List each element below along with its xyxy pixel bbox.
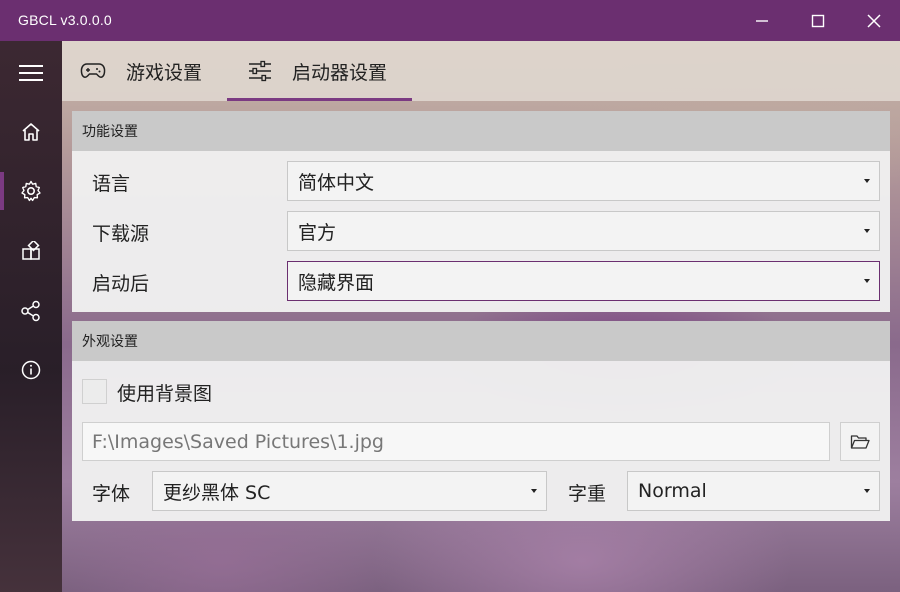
background-path-value: F:\Images\Saved Pictures\1.jpg (92, 430, 384, 453)
home-icon (22, 123, 40, 141)
appearance-settings-header: 外观设置 (72, 321, 890, 361)
language-select[interactable]: 简体中文 (287, 161, 880, 201)
tab-launcher-settings-label: 启动器设置 (292, 61, 388, 84)
extensions-icon (22, 241, 40, 260)
chevron-down-icon (864, 489, 870, 493)
use-background-checkbox[interactable] (82, 379, 107, 404)
sidebar-item-extensions[interactable] (0, 227, 62, 275)
maximize-icon (811, 14, 825, 27)
tab-selected-indicator (227, 98, 412, 101)
use-background-label[interactable]: 使用背景图 (117, 379, 212, 406)
chevron-down-icon (531, 489, 537, 493)
font-value: 更纱黑体 SC (163, 481, 271, 504)
chevron-down-icon (864, 229, 870, 233)
after-launch-select[interactable]: 隐藏界面 (287, 261, 880, 301)
share-icon (21, 300, 40, 322)
maximize-button[interactable] (790, 0, 846, 41)
minimize-icon (756, 19, 768, 22)
chevron-down-icon (864, 279, 870, 283)
tab-game-settings-label: 游戏设置 (126, 61, 203, 84)
font-weight-value: Normal (638, 480, 707, 502)
background-path-input[interactable]: F:\Images\Saved Pictures\1.jpg (82, 422, 830, 461)
function-settings-panel: 功能设置 语言 简体中文 下载源 官方 启动后 隐藏界面 (72, 111, 890, 312)
folder-open-icon (850, 434, 870, 449)
font-select[interactable]: 更纱黑体 SC (152, 471, 547, 511)
tab-launcher-settings[interactable]: 启动器设置 (248, 41, 387, 101)
tab-bar: 游戏设置 启动器设置 (62, 41, 900, 101)
sidebar-item-home[interactable] (0, 108, 62, 156)
minimize-button[interactable] (734, 0, 790, 41)
download-source-value: 官方 (298, 221, 337, 244)
sidebar (0, 41, 62, 592)
after-launch-label: 启动后 (92, 273, 150, 295)
font-label: 字体 (92, 483, 131, 505)
download-source-select[interactable]: 官方 (287, 211, 880, 251)
browse-folder-button[interactable] (840, 422, 880, 461)
menu-icon (19, 65, 43, 81)
after-launch-value: 隐藏界面 (298, 271, 375, 294)
function-settings-header: 功能设置 (72, 111, 890, 151)
sidebar-item-about[interactable] (0, 346, 62, 394)
title-bar[interactable]: GBCL v3.0.0.0 (0, 0, 900, 41)
close-icon (867, 13, 881, 28)
close-button[interactable] (846, 0, 900, 41)
window-title: GBCL v3.0.0.0 (18, 12, 112, 28)
sidebar-item-share[interactable] (0, 287, 62, 335)
info-icon (21, 360, 41, 380)
gear-icon (21, 180, 41, 202)
sidebar-menu-button[interactable] (0, 49, 62, 97)
gamepad-icon (80, 62, 106, 80)
sliders-icon (248, 59, 272, 83)
tab-game-settings[interactable]: 游戏设置 (80, 41, 202, 101)
language-value: 简体中文 (298, 171, 375, 194)
language-label: 语言 (92, 173, 131, 195)
font-weight-label: 字重 (568, 483, 607, 505)
chevron-down-icon (864, 179, 870, 183)
download-source-label: 下载源 (92, 223, 150, 245)
sidebar-item-settings[interactable] (0, 167, 62, 215)
appearance-settings-panel: 外观设置 使用背景图 F:\Images\Saved Pictures\1.jp… (72, 321, 890, 521)
font-weight-select[interactable]: Normal (627, 471, 880, 511)
